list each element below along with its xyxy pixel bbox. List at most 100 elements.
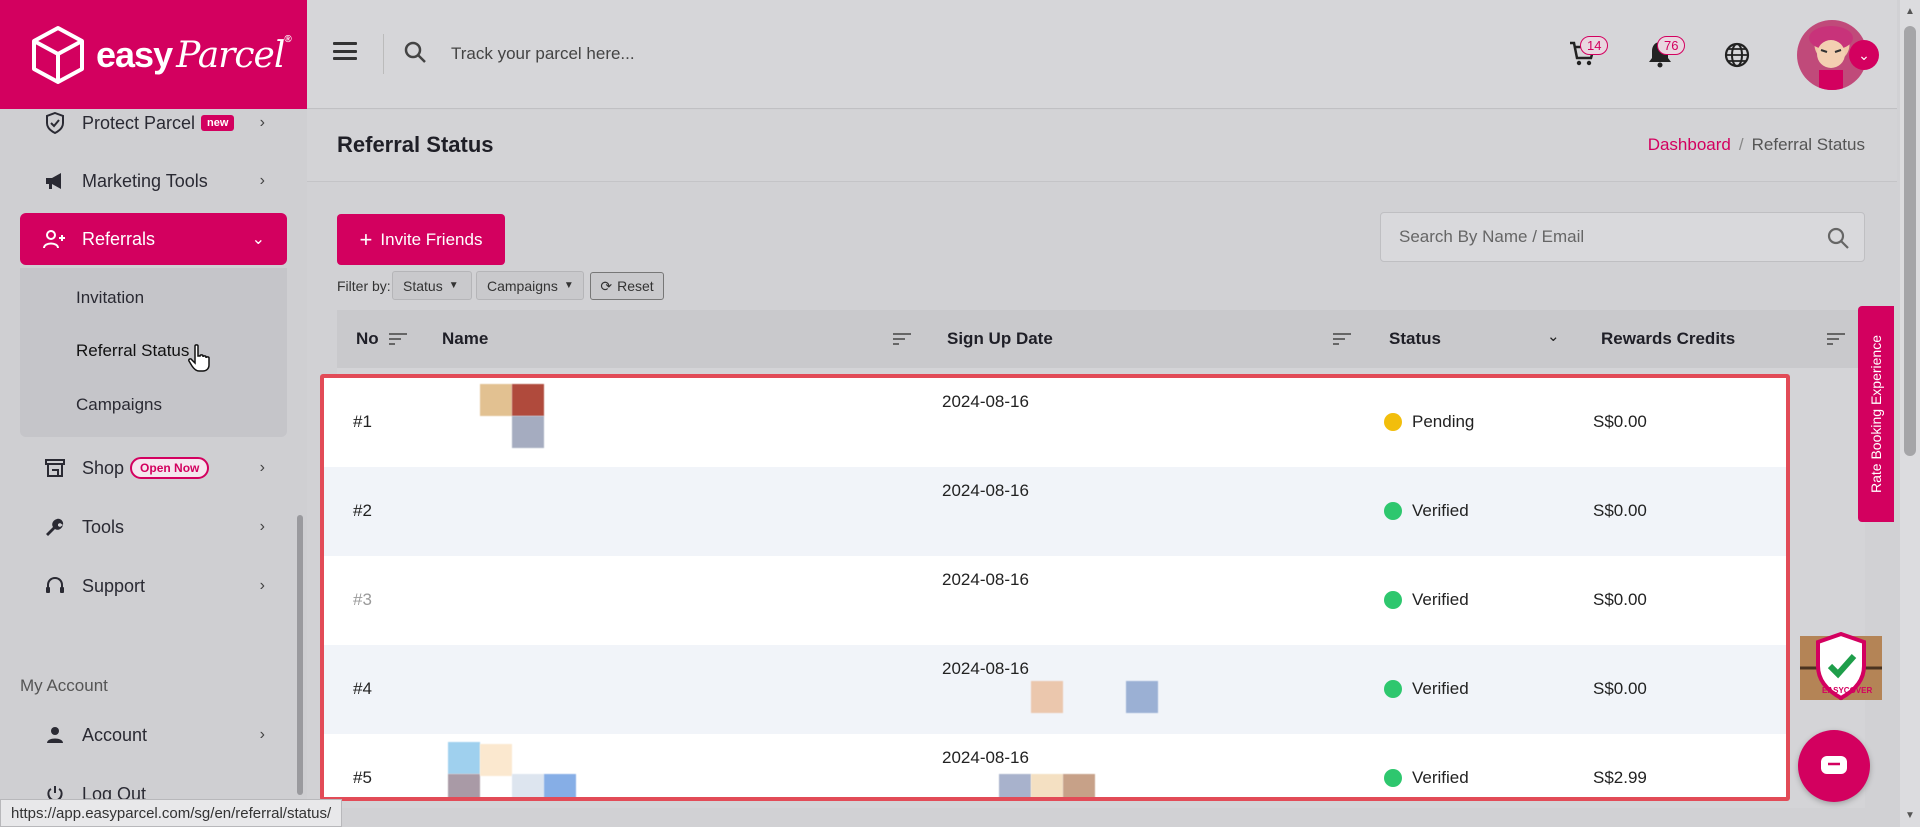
page-header: Referral Status Dashboard / Referral Statu… [307,110,1897,182]
sidebar-item-marketing-tools[interactable]: Marketing Tools › [20,155,287,207]
status-cell: Verified [1384,590,1469,610]
sign-up-date: 2024-08-16 [942,570,1029,589]
chevron-right-icon: › [259,114,265,131]
redacted-name-block [512,384,544,416]
campaigns-filter-dropdown[interactable]: Campaigns ▼ [476,271,584,300]
search-input[interactable] [1399,213,1799,261]
track-parcel-input[interactable] [451,36,951,72]
sidebar-item-tools[interactable]: Tools › [20,501,287,553]
breadcrumb-current: Referral Status [1751,135,1865,154]
page-title: Referral Status [337,132,494,157]
sidebar-item-shop[interactable]: Shop Open Now › [20,442,287,494]
chevron-right-icon: › [259,726,265,743]
status-dot-icon [1384,680,1402,698]
section-label-my-account: My Account [20,676,108,695]
column-header-no[interactable]: No [356,329,379,349]
chevron-right-icon: › [259,172,265,189]
column-header-name[interactable]: Name [442,329,488,349]
sort-icon[interactable] [893,332,911,346]
status-cell: Pending [1384,412,1474,432]
person-icon [40,726,70,744]
row-number: #5 [353,768,372,787]
sort-icon[interactable] [1827,332,1845,346]
redacted-date-block [1031,681,1063,713]
redacted-name-block [480,744,512,776]
wrench-icon [40,517,70,537]
sort-icon[interactable] [389,332,407,346]
chat-bubble-icon [1821,756,1847,774]
sign-up-date: 2024-08-16 [942,659,1029,678]
column-header-sign-up-date[interactable]: Sign Up Date [947,329,1053,349]
sidebar-item-label: Referrals [82,228,156,249]
scroll-down-arrow-icon[interactable]: ▼ [1905,810,1915,821]
reset-button[interactable]: ⟳ Reset [590,272,664,300]
chevron-right-icon: › [259,459,265,476]
hand-cursor-icon [188,344,210,372]
box-logo-icon [32,25,84,84]
breadcrumb-dashboard[interactable]: Dashboard [1648,135,1731,154]
plus-icon: + [359,226,373,252]
status-cell: Verified [1384,501,1469,521]
chevron-down-icon[interactable]: ⌄ [1547,327,1560,345]
redacted-date-block [1031,774,1063,797]
chat-button[interactable] [1798,730,1870,802]
status-dot-icon [1384,413,1402,431]
rewards-credits: S$2.99 [1593,768,1647,787]
highlighted-table-rows: #1 2024-08-16 Pending S$0.00 #2 2024-08-… [320,374,1790,801]
sign-up-date: 2024-08-16 [942,481,1029,500]
table-row[interactable]: #1 2024-08-16 Pending S$0.00 [324,378,1786,467]
row-number: #3 [353,590,372,609]
redacted-name-block [544,774,576,797]
headset-icon [40,576,70,596]
redacted-date-block [999,774,1031,797]
sidebar-item-label: Support [82,575,146,596]
sidebar-scrollbar[interactable] [297,515,303,795]
sidebar-item-account[interactable]: Account › [20,709,287,761]
invite-friends-button[interactable]: + Invite Friends [337,214,505,265]
sidebar-item-referrals[interactable]: Referrals ⌄ [20,213,287,265]
filter-label: Filter by: [337,278,391,294]
table-header: No Name Sign Up Date Status ⌄ Rewards Cr… [337,310,1865,368]
row-number: #2 [353,501,372,520]
sidebar: easy Parcel® Protect Parcel new › Marketi… [0,0,307,827]
easycover-badge[interactable]: EASYCOVER [1800,631,1882,704]
brand-logo[interactable]: easy Parcel® [0,0,307,109]
menu-toggle-icon[interactable] [333,42,357,60]
scrollbar-thumb[interactable] [1904,26,1916,456]
chevron-down-icon[interactable]: ⌄ [1849,40,1879,70]
column-header-rewards-credits[interactable]: Rewards Credits [1601,329,1735,349]
globe-icon[interactable] [1724,42,1750,68]
search-icon[interactable] [1826,226,1850,250]
invite-friends-label: Invite Friends [380,229,483,249]
scroll-up-arrow-icon[interactable]: ▲ [1905,6,1915,17]
sidebar-item-support[interactable]: Support › [20,560,287,612]
table-row[interactable]: #2 2024-08-16 Verified S$0.00 [324,467,1786,556]
status-cell: Verified [1384,768,1469,788]
submenu-item-campaigns[interactable]: Campaigns [76,395,162,415]
table-row[interactable]: #5 2024-08-16 Verified S$2.99 [324,734,1786,797]
column-header-status[interactable]: Status [1389,329,1441,349]
sidebar-item-label: Protect Parcel [82,112,196,133]
table-row[interactable]: #3 2024-08-16 Verified S$0.00 [324,556,1786,645]
status-text: Verified [1412,679,1469,698]
sidebar-item-protect-parcel[interactable]: Protect Parcel new › [20,97,287,149]
topbar-divider [383,34,384,74]
cart-count-badge: 14 [1580,36,1609,55]
redacted-name-block [448,742,480,774]
table-row[interactable]: #4 2024-08-16 Verified S$0.00 [324,645,1786,734]
status-text: Verified [1412,590,1469,609]
sign-up-date: 2024-08-16 [942,748,1029,767]
submenu-item-invitation[interactable]: Invitation [76,288,144,308]
page-scrollbar[interactable]: ▲ ▼ [1900,0,1920,827]
browser-status-url: https://app.easyparcel.com/sg/en/referra… [0,799,343,827]
rate-booking-experience-tab[interactable]: Rate Booking Experience [1858,306,1894,522]
campaigns-filter-label: Campaigns [487,277,558,294]
megaphone-icon [40,172,70,190]
submenu-item-referral-status[interactable]: Referral Status [76,341,189,361]
search-icon [404,41,426,63]
status-text: Verified [1412,501,1469,520]
search-by-name-email [1380,212,1865,262]
status-filter-dropdown[interactable]: Status ▼ [392,271,472,300]
sort-icon[interactable] [1333,332,1351,346]
chevron-right-icon: › [259,577,265,594]
